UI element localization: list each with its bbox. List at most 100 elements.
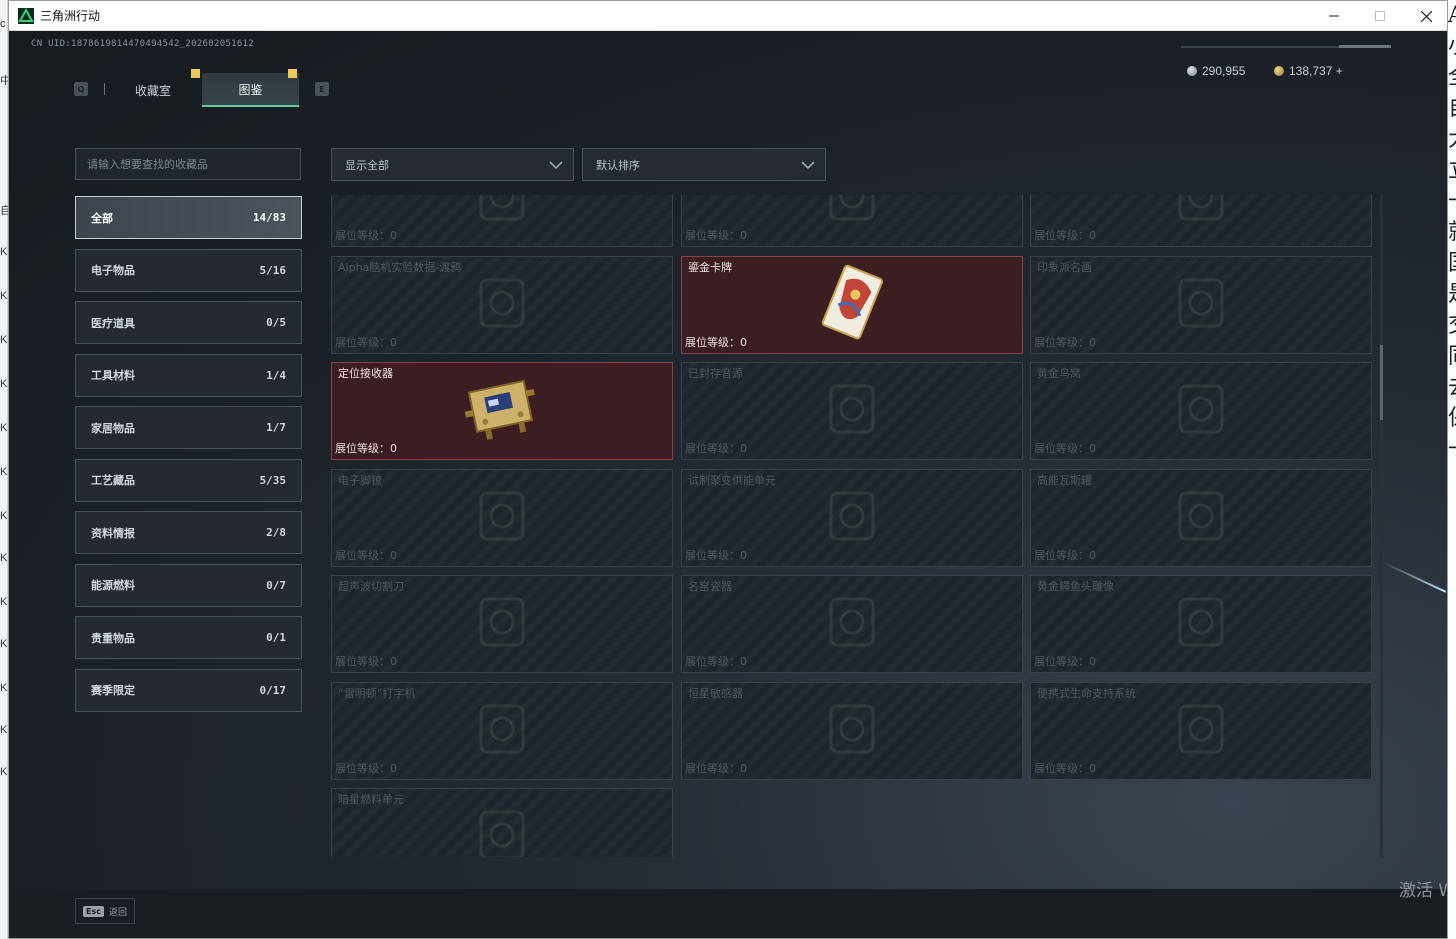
back-button[interactable]: Esc 返回 <box>75 898 135 924</box>
category-item[interactable]: 工具材料 1/4 <box>75 353 302 397</box>
minimize-button[interactable] <box>1311 1 1357 31</box>
desktop-right-char: 一 <box>1448 186 1456 217</box>
maximize-button[interactable] <box>1357 1 1403 31</box>
collectible-card[interactable]: 暗星燃料单元 <box>331 788 673 857</box>
minimize-icon <box>1329 15 1339 17</box>
collectible-card[interactable]: 展位等级：0 <box>331 195 673 247</box>
booth-level-label: 展位等级： <box>335 229 390 242</box>
booth-level-value: 0 <box>1089 229 1096 242</box>
booth-level-value: 0 <box>390 442 397 455</box>
category-count: 1/4 <box>266 368 286 382</box>
booth-level: 展位等级：0 <box>335 760 397 776</box>
category-item[interactable]: 贵重物品 0/1 <box>75 616 302 659</box>
prev-tab-key[interactable]: Q <box>74 82 88 96</box>
booth-level-value: 0 <box>390 229 397 242</box>
tab-catalog[interactable]: 图鉴 <box>202 73 299 107</box>
collectible-card[interactable]: 超声波切割刀 展位等级：0 <box>331 575 673 673</box>
desktop-left-char: K <box>0 246 8 258</box>
collectible-grid: 展位等级：0 展位等级：0 展位等级：0 Alpha脑机实验数据-渡鸦 展位等级：0 鎏金… <box>331 195 1375 857</box>
category-item[interactable]: 家居物品 1/7 <box>75 406 302 449</box>
desktop-right-char: 大 <box>1448 124 1456 155</box>
typewriter-icon <box>467 696 537 766</box>
desktop-right-char: 同 <box>1448 341 1456 372</box>
booth-level-value: 0 <box>740 548 747 562</box>
booth-level-label: 展位等级： <box>685 229 740 242</box>
desktop-right-char: 交 <box>1448 310 1456 341</box>
category-item[interactable]: 电子物品 5/16 <box>75 248 302 292</box>
device-icon <box>817 376 887 446</box>
scrollbar-thumb[interactable] <box>1380 345 1383 420</box>
search-input[interactable]: 请输入想要查找的收藏品 <box>75 148 301 180</box>
close-button[interactable] <box>1403 1 1447 31</box>
category-item[interactable]: 医疗道具 0/5 <box>75 301 302 344</box>
category-label: 资料情报 <box>91 526 135 540</box>
collectible-card[interactable]: 定位接收器 展位等级：0 <box>331 362 673 460</box>
anklet-icon <box>467 483 537 553</box>
chevron-down-icon <box>801 161 815 170</box>
desktop-left-char: K <box>0 638 8 650</box>
booth-level-label: 展位等级： <box>1034 229 1089 242</box>
collectible-name: 电子脚镣 <box>338 473 382 487</box>
show-filter-dropdown[interactable]: 显示全部 <box>331 148 574 181</box>
collectible-card[interactable]: 试制聚变供能单元 展位等级：0 <box>681 468 1023 567</box>
collectible-card[interactable]: “雷明顿”打字机 展位等级：0 <box>331 681 673 780</box>
collectible-card[interactable]: 展位等级：0 <box>1030 195 1372 247</box>
booth-level-label: 展位等级： <box>1034 335 1089 349</box>
collectible-card[interactable]: 名窑瓷器 展位等级：0 <box>681 575 1023 673</box>
desktop-right-char: 国 <box>1448 248 1456 279</box>
category-item[interactable]: 能源燃料 0/7 <box>75 563 302 607</box>
booth-level: 展位等级：0 <box>335 440 397 456</box>
uid-label: CN UID:1878619814470494542_202602051612 <box>31 39 255 49</box>
collectible-card[interactable]: 恒星敏感器 展位等级：0 <box>681 681 1023 780</box>
booth-level-label: 展位等级： <box>685 442 740 455</box>
currency-gold[interactable]: 138,737 + <box>1274 64 1343 78</box>
desktop-left-char: K <box>0 510 8 522</box>
booth-level-label: 展位等级： <box>335 655 390 668</box>
booth-level-value: 0 <box>1089 442 1096 455</box>
nest-icon <box>1166 376 1236 446</box>
booth-level: 展位等级：0 <box>685 440 747 456</box>
collectible-card[interactable]: 黄金鳄鱼头雕像 展位等级：0 <box>1030 575 1372 673</box>
desktop-right-char: 小 <box>1448 31 1456 62</box>
game-area: CN UID:1878619814470494542_202602051612 … <box>9 31 1447 938</box>
booth-level: 展位等级：0 <box>1034 653 1096 669</box>
maximize-icon <box>1375 11 1385 21</box>
category-label: 电子物品 <box>91 264 135 277</box>
category-item[interactable]: 工艺藏品 5/35 <box>75 458 302 502</box>
desktop-left-char: K <box>0 724 8 736</box>
booth-level-label: 展位等级： <box>1034 761 1089 775</box>
tab-collection-room[interactable]: 收藏室 <box>105 73 201 107</box>
category-item[interactable]: 资料情报 2/8 <box>75 511 302 554</box>
close-icon <box>1420 10 1432 22</box>
collectible-card[interactable]: 黄金鸟窝 展位等级：0 <box>1030 362 1372 460</box>
collectible-card[interactable]: 高能瓦斯罐 展位等级：0 <box>1030 468 1372 567</box>
collectible-card[interactable]: 鎏金卡牌 展位等级：0 <box>681 255 1023 354</box>
collectible-card[interactable]: Alpha脑机实验数据-渡鸦 展位等级：0 <box>331 255 673 354</box>
booth-level-value: 0 <box>740 442 747 455</box>
category-label: 贵重物品 <box>91 631 135 645</box>
sort-dropdown[interactable]: 默认排序 <box>582 148 826 181</box>
chevron-down-icon <box>549 161 563 170</box>
ring-icon <box>467 195 537 233</box>
show-filter-value: 显示全部 <box>345 158 389 172</box>
desktop-left-char: K <box>0 552 8 564</box>
booth-level: 展位等级：0 <box>335 227 397 243</box>
collectible-card[interactable]: 便携式生命支持系统 展位等级：0 <box>1030 681 1372 780</box>
collectible-card[interactable]: 已封存音源 展位等级：0 <box>681 362 1023 460</box>
currency-gold-value: 138,737 + <box>1289 64 1343 78</box>
next-tab-key[interactable]: E <box>315 82 329 96</box>
knife-icon <box>467 589 537 659</box>
collectible-name: Alpha脑机实验数据-渡鸦 <box>338 260 462 274</box>
lightning-decoration <box>1381 561 1447 593</box>
category-item[interactable]: 赛季限定 0/17 <box>75 668 302 712</box>
grid-scrollbar[interactable] <box>1380 195 1383 857</box>
desktop-right-char: 是 <box>1448 279 1456 310</box>
collectible-card[interactable]: 电子脚镣 展位等级：0 <box>331 468 673 567</box>
desktop-left-char: K <box>0 466 8 478</box>
collectible-card[interactable]: 展位等级：0 <box>681 195 1023 247</box>
category-item[interactable]: 全部 14/83 <box>75 196 302 239</box>
window-controls <box>1311 1 1447 31</box>
desktop-right-char: 全 <box>1448 62 1456 93</box>
collectible-card[interactable]: 印象派名画 展位等级：0 <box>1030 255 1372 354</box>
booth-level: 展位等级：0 <box>1034 760 1096 776</box>
